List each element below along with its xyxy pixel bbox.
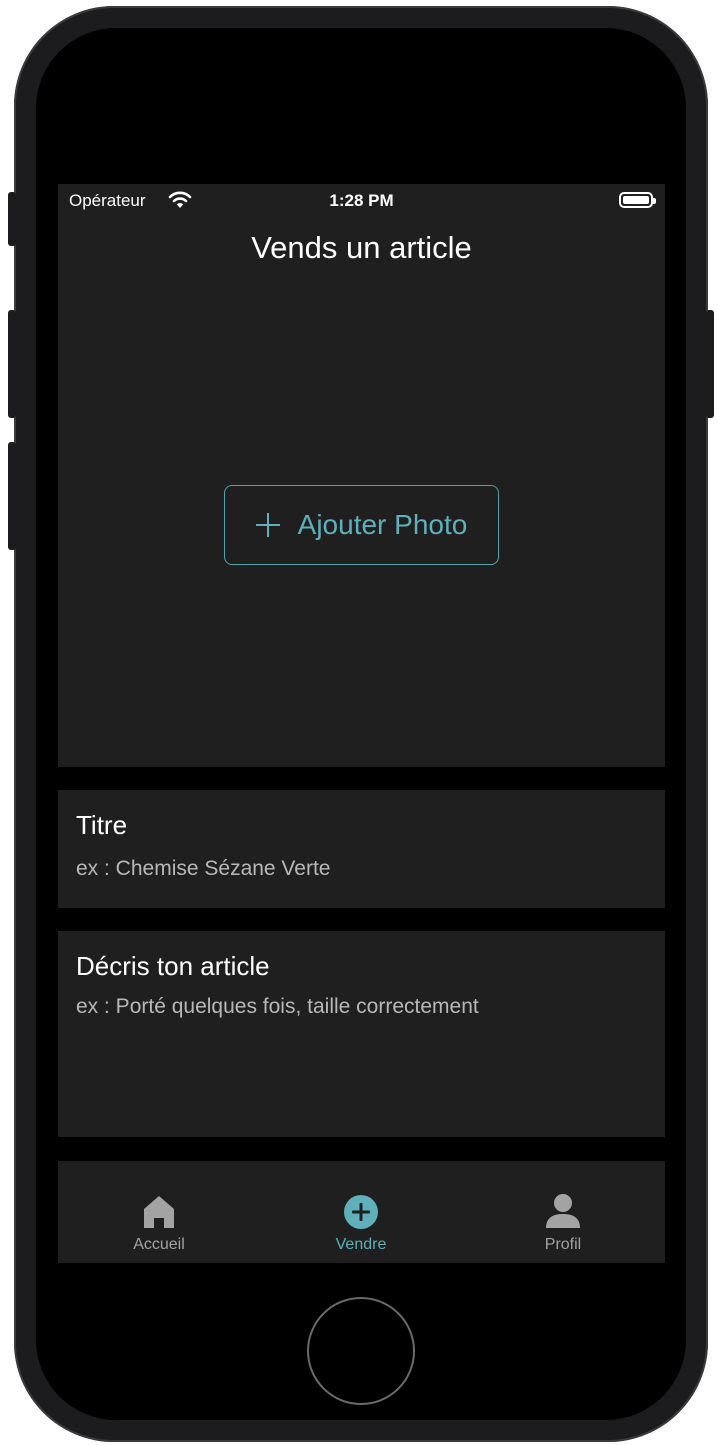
tab-profil[interactable]: Profil	[462, 1161, 664, 1263]
add-photo-button[interactable]: Ajouter Photo	[224, 485, 499, 565]
power-button	[706, 310, 714, 418]
photo-section: Vends un article Ajouter Photo	[58, 218, 665, 767]
home-button[interactable]	[307, 1297, 415, 1405]
tab-label-vendre: Vendre	[335, 1236, 387, 1253]
mute-switch	[8, 192, 16, 246]
battery-icon	[619, 192, 656, 208]
status-time: 1:28 PM	[329, 191, 394, 210]
plus-circle-icon	[344, 1195, 378, 1229]
tab-bar: Accueil Vendre Profil	[58, 1161, 665, 1263]
app-screen: Opérateur 1:28 PM Vends un article Ajout…	[58, 184, 665, 1263]
description-input[interactable]	[76, 995, 646, 1115]
description-field-card: Décris ton article	[58, 931, 665, 1137]
plus-icon	[255, 513, 280, 537]
volume-down-button	[8, 442, 16, 550]
volume-up-button	[8, 310, 16, 418]
page-title: Vends un article	[251, 230, 472, 265]
person-icon	[546, 1194, 580, 1228]
title-input[interactable]	[76, 854, 646, 884]
add-photo-label: Ajouter Photo	[297, 509, 468, 540]
home-icon	[144, 1196, 174, 1228]
title-field-label: Titre	[76, 810, 128, 840]
tab-accueil[interactable]: Accueil	[58, 1161, 260, 1263]
description-field-label: Décris ton article	[76, 951, 270, 981]
tab-label-profil: Profil	[544, 1236, 582, 1253]
status-bar: Opérateur 1:28 PM	[58, 184, 665, 218]
tab-vendre[interactable]: Vendre	[260, 1161, 462, 1263]
tab-label-accueil: Accueil	[133, 1236, 185, 1253]
title-field-card: Titre	[58, 790, 665, 908]
